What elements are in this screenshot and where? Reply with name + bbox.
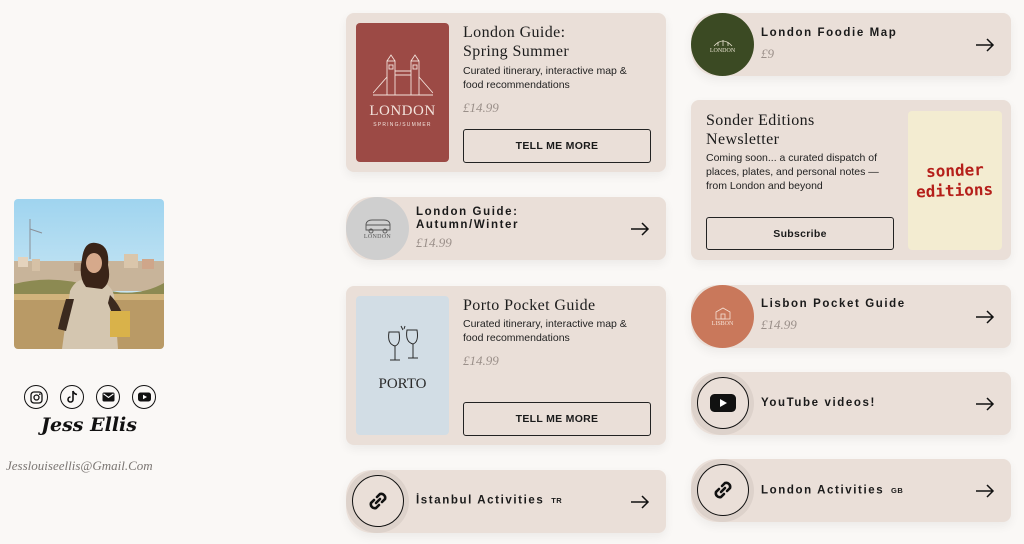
london-cover-text: LONDON (369, 103, 436, 119)
porto-cover-text: PORTO (378, 376, 427, 392)
london-aw-title-line1: London Guide: (416, 206, 519, 218)
card-youtube-videos[interactable]: YouTube videos! (691, 372, 1011, 435)
lisbon-thumbnail: LISBON (691, 285, 754, 348)
istanbul-title: İstanbul Activities TR (416, 494, 562, 508)
sonder-editions-logo: sonder editions (908, 111, 1002, 250)
social-links (24, 385, 156, 409)
tiktok-icon[interactable] (60, 385, 84, 409)
porto-price: £14.99 (463, 353, 499, 368)
youtube-icon (697, 377, 749, 429)
profile-email[interactable]: Jesslouiseellis@Gmail.Com (6, 458, 153, 474)
instagram-icon[interactable] (24, 385, 48, 409)
istanbul-title-text: İstanbul Activities (416, 494, 545, 507)
london-ss-description: Curated itinerary, interactive map & foo… (463, 65, 627, 91)
newsletter-description: Coming soon... a curated dispatch of pla… (706, 152, 879, 192)
porto-guide-cover: PORTO (356, 296, 449, 435)
newsletter-title: Sonder Editions Newsletter (706, 111, 815, 149)
card-london-foodie-map[interactable]: LONDON London Foodie Map £9 (691, 13, 1011, 76)
london-ss-title: London Guide: Spring Summer (463, 23, 569, 61)
card-london-guide-autumn-winter[interactable]: LONDON London Guide: Autumn/Winter £14.9… (346, 197, 666, 260)
link-icon (697, 464, 749, 516)
arrow-right-icon[interactable] (975, 396, 995, 411)
profile-photo (14, 199, 164, 349)
london-ss-price: £14.99 (463, 100, 499, 115)
youtube-icon[interactable] (132, 385, 156, 409)
london-aw-thumb-text: LONDON (363, 233, 392, 240)
card-sonder-newsletter: Sonder Editions Newsletter Coming soon..… (691, 100, 1011, 260)
card-lisbon-pocket-guide[interactable]: LISBON Lisbon Pocket Guide £14.99 (691, 285, 1011, 348)
card-london-guide-spring-summer: LONDON SPRING/SUMMER London Guide: Sprin… (346, 13, 666, 172)
card-london-activities[interactable]: London Activities GB (691, 459, 1011, 522)
arrow-right-icon[interactable] (630, 494, 650, 509)
email-icon[interactable] (96, 385, 120, 409)
london-aw-thumbnail: LONDON (346, 197, 409, 260)
foodie-map-thumbnail: LONDON (691, 13, 754, 76)
lisbon-title: Lisbon Pocket Guide (761, 298, 906, 310)
london-act-title: London Activities GB (761, 484, 903, 498)
istanbul-country-tag: TR (551, 496, 563, 505)
lisbon-thumb-text: LISBON (711, 320, 734, 327)
sonder-logo-line1: sonder (925, 159, 985, 181)
foodie-map-title: London Foodie Map (761, 27, 898, 39)
lisbon-price: £14.99 (761, 317, 797, 332)
foodie-thumb-text: LONDON (709, 47, 736, 54)
london-ss-title-line1: London Guide: (463, 24, 566, 41)
newsletter-title-line2: Newsletter (706, 131, 780, 148)
london-guide-cover: LONDON SPRING/SUMMER (356, 23, 449, 162)
porto-tell-me-more-button[interactable]: TELL ME MORE (463, 402, 651, 436)
newsletter-title-line1: Sonder Editions (706, 112, 815, 129)
sonder-logo-line2: editions (916, 179, 994, 201)
subscribe-button[interactable]: Subscribe (706, 217, 894, 250)
arrow-right-icon[interactable] (975, 37, 995, 52)
profile-name: Jess Ellis (41, 414, 137, 436)
london-aw-title-line2: Autumn/Winter (416, 219, 520, 231)
arrow-right-icon[interactable] (630, 221, 650, 236)
porto-title: Porto Pocket Guide (463, 297, 596, 314)
london-ss-tell-me-more-button[interactable]: TELL ME MORE (463, 129, 651, 163)
foodie-map-price: £9 (761, 46, 774, 61)
london-cover-subtext: SPRING/SUMMER (373, 122, 432, 128)
card-porto-pocket-guide: PORTO Porto Pocket Guide Curated itinera… (346, 286, 666, 445)
london-act-country-tag: GB (891, 486, 904, 495)
arrow-right-icon[interactable] (975, 309, 995, 324)
london-aw-price: £14.99 (416, 235, 452, 250)
london-aw-title: London Guide: Autumn/Winter (416, 206, 519, 232)
london-act-title-text: London Activities (761, 484, 885, 497)
arrow-right-icon[interactable] (975, 483, 995, 498)
youtube-title: YouTube videos! (761, 397, 876, 409)
link-icon (352, 475, 404, 527)
porto-description: Curated itinerary, interactive map & foo… (463, 318, 627, 344)
card-istanbul-activities[interactable]: İstanbul Activities TR (346, 470, 666, 533)
london-ss-title-line2: Spring Summer (463, 43, 570, 60)
